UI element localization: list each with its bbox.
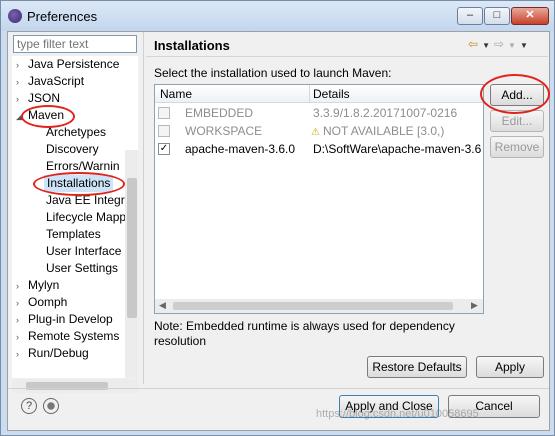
tree-item-plugin-development[interactable]: › Plug-in Develop — [16, 311, 113, 328]
warning-icon: ⚠ — [311, 127, 320, 138]
tree-item-lifecycle-mappings[interactable]: Lifecycle Mapp — [46, 209, 126, 226]
installation-name: apache-maven-3.6.0 — [185, 142, 296, 156]
embedded-runtime-note: Note: Embedded runtime is always used fo… — [154, 319, 455, 348]
pane-divider — [143, 32, 144, 384]
tree-item-java-persistence[interactable]: › Java Persistence — [16, 56, 119, 73]
forward-arrow-icon[interactable]: ⇨ — [494, 37, 508, 51]
record-macro-icon[interactable] — [43, 398, 59, 414]
expand-arrow-icon[interactable]: › — [16, 57, 28, 74]
instruction-text: Select the installation used to launch M… — [154, 66, 392, 80]
installations-table: Name Details EMBEDDED 3.3.9/1.8.2.201710… — [154, 84, 484, 314]
help-icon[interactable]: ? — [21, 398, 37, 414]
eclipse-icon — [8, 9, 22, 23]
tree-item-remote-systems[interactable]: › Remote Systems — [16, 328, 119, 345]
tree-item-oomph[interactable]: › Oomph — [16, 294, 67, 311]
row-checkbox[interactable] — [158, 107, 170, 119]
page-navigation: ⇦▼⇨▼▼ — [468, 37, 532, 51]
table-horizontal-scrollbar[interactable]: ◀ ▶ — [155, 299, 483, 313]
view-menu-icon[interactable]: ▼ — [520, 41, 532, 50]
installation-details-wrapper: ⚠ NOT AVAILABLE [3.0,) — [311, 124, 444, 138]
back-arrow-icon[interactable]: ⇦ — [468, 37, 482, 51]
scroll-right-icon[interactable]: ▶ — [471, 300, 478, 311]
table-row[interactable]: ✓ apache-maven-3.6.0 D:\SoftWare\apache-… — [155, 140, 483, 158]
tree-item-maven[interactable]: ◢ Maven — [16, 107, 64, 124]
dialog-body: ›Java Persistence ›JavaScript ›JSON ◢Mav… — [7, 31, 550, 431]
tree-vertical-scrollbar[interactable] — [125, 150, 138, 378]
close-button[interactable]: ✕ — [511, 7, 549, 25]
row-checkbox[interactable] — [158, 125, 170, 137]
collapse-arrow-icon[interactable]: ◢ — [16, 108, 28, 125]
title-bar: Preferences – □ ✕ — [1, 1, 554, 31]
button-bar-separator — [8, 388, 549, 389]
remove-button[interactable]: Remove — [490, 136, 544, 158]
expand-arrow-icon[interactable]: › — [16, 278, 28, 295]
tree-horizontal-scrollbar[interactable] — [12, 379, 138, 393]
window-title: Preferences — [27, 9, 98, 24]
minimize-button[interactable]: – — [457, 7, 483, 25]
expand-arrow-icon[interactable]: › — [16, 346, 28, 363]
apply-button[interactable]: Apply — [476, 356, 544, 378]
column-header-name[interactable]: Name — [160, 87, 192, 101]
tree-item-javascript[interactable]: › JavaScript — [16, 73, 84, 90]
add-button[interactable]: Add... — [490, 84, 544, 106]
tree-item-discovery[interactable]: Discovery — [46, 141, 99, 158]
tree-item-templates[interactable]: Templates — [46, 226, 101, 243]
tree-item-installations[interactable]: Installations — [44, 175, 114, 192]
tree-item-label: Mylyn — [28, 278, 60, 292]
installation-name: EMBEDDED — [185, 106, 254, 120]
page-title: Installations — [154, 38, 230, 53]
row-checkbox[interactable]: ✓ — [158, 143, 170, 155]
table-header: Name Details — [155, 85, 483, 103]
tree-item-java-ee-integration[interactable]: Java EE Integra — [46, 192, 131, 209]
forward-menu-icon[interactable]: ▼ — [508, 41, 520, 50]
column-header-details[interactable]: Details — [313, 87, 350, 101]
expand-arrow-icon[interactable]: › — [16, 295, 28, 312]
restore-defaults-button[interactable]: Restore Defaults — [367, 356, 467, 378]
installation-details: 3.3.9/1.8.2.20171007-0216 — [313, 106, 458, 120]
tree-item-label: JavaScript — [28, 74, 85, 88]
tree-item-archetypes[interactable]: Archetypes — [46, 124, 106, 141]
tree-item-user-settings[interactable]: User Settings — [46, 260, 118, 277]
tree-item-label: Oomph — [28, 295, 68, 309]
watermark-text: https://blog.csdn.net/u010058695 — [316, 408, 479, 420]
tree-item-label: Remote Systems — [28, 329, 120, 343]
tree-item-label: JSON — [28, 91, 61, 105]
tree-item-label: Maven — [28, 108, 65, 122]
maximize-button[interactable]: □ — [484, 7, 510, 25]
tree-item-errors-warnings[interactable]: Errors/Warnin — [46, 158, 120, 175]
installation-name: WORKSPACE — [185, 124, 263, 138]
preference-page: Installations ⇦▼⇨▼▼ Select the installat… — [146, 32, 550, 384]
installation-details: D:\SoftWare\apache-maven-3.6 — [313, 142, 482, 156]
tree-item-json[interactable]: › JSON — [16, 90, 60, 107]
tree-item-label: Plug-in Develop — [28, 312, 113, 326]
back-menu-icon[interactable]: ▼ — [482, 41, 494, 50]
expand-arrow-icon[interactable]: › — [16, 312, 28, 329]
expand-arrow-icon[interactable]: › — [16, 329, 28, 346]
preference-tree: › Java Persistence › JavaScript › JSON ◢ Mav… — [12, 56, 138, 378]
scrollbar-thumb[interactable] — [173, 302, 453, 310]
edit-button[interactable]: Edit... — [490, 110, 544, 132]
table-row[interactable]: WORKSPACE ⚠ NOT AVAILABLE [3.0,) — [155, 122, 483, 140]
scrollbar-thumb[interactable] — [127, 178, 137, 318]
table-row[interactable]: EMBEDDED 3.3.9/1.8.2.20171007-0216 — [155, 104, 483, 122]
tree-item-label: Java Persistence — [28, 57, 120, 71]
tree-item-label: Run/Debug — [28, 346, 89, 360]
filter-input[interactable] — [13, 35, 137, 53]
expand-arrow-icon[interactable]: › — [16, 74, 28, 91]
tree-item-mylyn[interactable]: › Mylyn — [16, 277, 59, 294]
installation-details: NOT AVAILABLE [3.0,) — [322, 124, 445, 138]
title-separator — [146, 56, 548, 57]
scroll-left-icon[interactable]: ◀ — [159, 300, 166, 311]
tree-item-user-interface[interactable]: User Interface — [46, 243, 121, 260]
tree-item-run-debug[interactable]: › Run/Debug — [16, 345, 89, 362]
expand-arrow-icon[interactable]: › — [16, 91, 28, 108]
preferences-window: Preferences – □ ✕ ›Java Persistence ›Jav… — [0, 0, 555, 436]
column-separator[interactable] — [309, 85, 310, 103]
